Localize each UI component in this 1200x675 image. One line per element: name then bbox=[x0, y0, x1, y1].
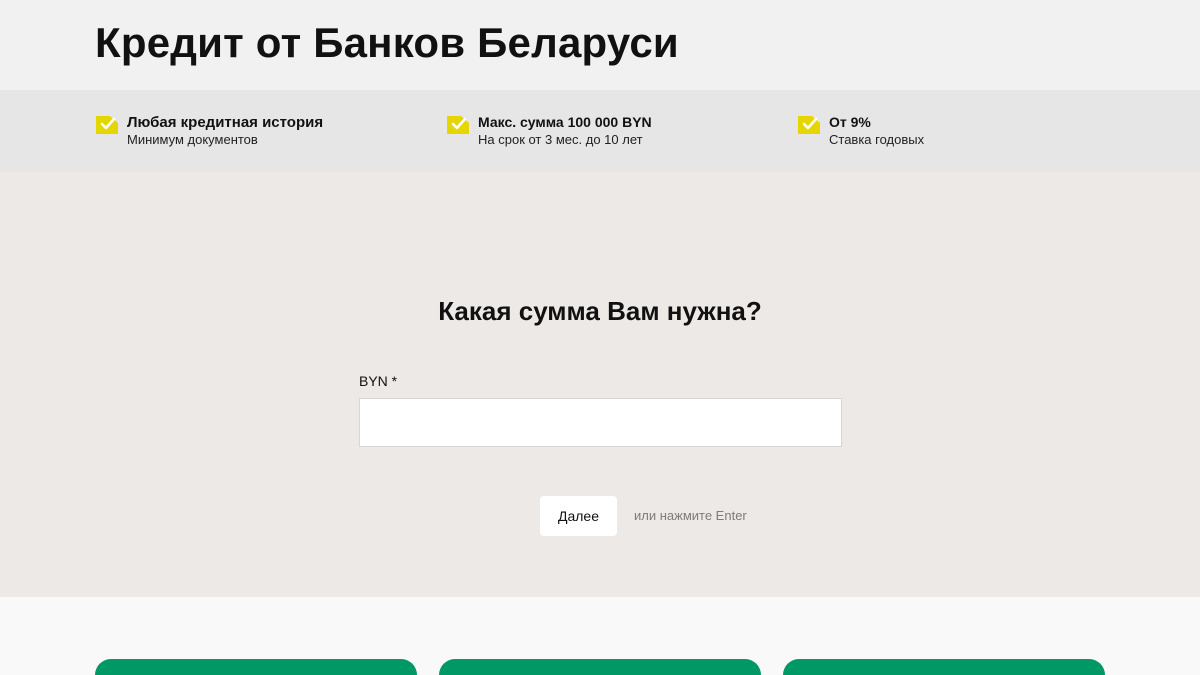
amount-form: Какая сумма Вам нужна? BYN * Далее или н… bbox=[0, 172, 1200, 597]
offer-card[interactable] bbox=[783, 659, 1105, 675]
amount-input[interactable] bbox=[359, 398, 842, 447]
offer-card[interactable] bbox=[95, 659, 417, 675]
form-question: Какая сумма Вам нужна? bbox=[438, 296, 762, 326]
feature-subtitle: На срок от 3 мес. до 10 лет bbox=[478, 132, 643, 147]
offers-section bbox=[0, 597, 1200, 675]
checkmark-note-icon bbox=[96, 116, 118, 134]
checkmark-note-icon bbox=[447, 116, 469, 134]
feature-subtitle: Минимум документов bbox=[127, 132, 258, 147]
feature-title: Макс. сумма 100 000 BYN bbox=[478, 114, 652, 130]
feature-text: Любая кредитная история Минимум документ… bbox=[127, 114, 323, 148]
site-header: Кредит от Банков Беларуси bbox=[0, 0, 1200, 90]
feature-subtitle: Ставка годовых bbox=[829, 132, 925, 147]
site-title: Кредит от Банков Беларуси bbox=[95, 19, 679, 66]
enter-hint: или нажмите Enter bbox=[634, 508, 747, 523]
feature-text: От 9% Ставка годовых bbox=[829, 114, 924, 148]
feature-title: Любая кредитная история bbox=[127, 114, 324, 131]
offer-card[interactable] bbox=[439, 659, 761, 675]
feature-max-amount: Макс. сумма 100 000 BYN На срок от 3 мес… bbox=[446, 114, 652, 148]
feature-title: От 9% bbox=[829, 114, 871, 130]
features-bar: Любая кредитная история Минимум документ… bbox=[0, 90, 1200, 172]
next-button[interactable]: Далее bbox=[540, 496, 617, 536]
feature-rate: От 9% Ставка годовых bbox=[797, 114, 924, 148]
amount-label: BYN * bbox=[359, 373, 398, 389]
feature-credit-history: Любая кредитная история Минимум документ… bbox=[95, 114, 323, 148]
checkmark-note-icon bbox=[798, 116, 820, 134]
feature-text: Макс. сумма 100 000 BYN На срок от 3 мес… bbox=[478, 114, 652, 148]
